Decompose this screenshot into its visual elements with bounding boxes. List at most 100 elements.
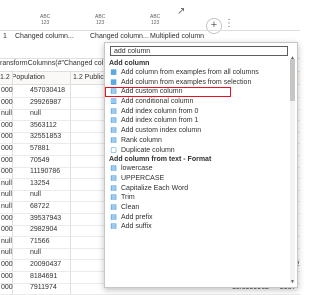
table-cell[interactable]: 000 bbox=[1, 273, 13, 280]
text-format-icon: ▤ bbox=[110, 165, 117, 173]
column-type-indicator[interactable]: ABC 123 bbox=[95, 14, 105, 26]
search-input[interactable] bbox=[110, 46, 288, 56]
text-format-icon: ▤ bbox=[110, 203, 117, 211]
menu-item[interactable]: ▤ Trim bbox=[105, 193, 291, 203]
text-format-icon: ▤ bbox=[110, 213, 117, 221]
table-cell[interactable]: 000 bbox=[1, 261, 13, 268]
table-cell[interactable]: null bbox=[30, 110, 41, 117]
type-num: 123 bbox=[40, 20, 50, 26]
menu-item-label: Duplicate column bbox=[121, 146, 175, 154]
table-cell[interactable]: 000 bbox=[1, 226, 13, 233]
menu-item-label: UPPERCASE bbox=[121, 174, 165, 182]
menu-item-label: Add column from examples from all column… bbox=[121, 69, 259, 76]
table-cell[interactable]: null bbox=[30, 191, 41, 198]
menu-item-label: Add column from examples from selection bbox=[121, 78, 252, 86]
table-cell[interactable]: 000 bbox=[1, 87, 13, 94]
table-cell[interactable]: 8184691 bbox=[30, 273, 57, 280]
text-format-icon: ▤ bbox=[110, 194, 117, 202]
table-cell[interactable]: null bbox=[1, 110, 12, 117]
step-title[interactable]: Changed column... bbox=[15, 33, 74, 40]
table-cell[interactable]: 70549 bbox=[30, 157, 49, 164]
table-cell[interactable]: 32551853 bbox=[30, 133, 61, 140]
menu-item[interactable]: ▥ Add conditional column bbox=[105, 97, 291, 107]
conditional-column-icon: ▥ bbox=[110, 98, 117, 106]
table-cell[interactable]: 13254 bbox=[30, 180, 49, 187]
table-cell[interactable]: null bbox=[1, 191, 12, 198]
table-cell[interactable]: 000 bbox=[1, 99, 13, 106]
table-cell[interactable]: 457030418 bbox=[30, 87, 65, 94]
table-cell[interactable]: null bbox=[1, 249, 12, 256]
menu-item[interactable]: ▤ UPPERCASE bbox=[105, 174, 291, 184]
custom-column-icon: ▤ bbox=[110, 88, 117, 96]
text-format-icon: ▤ bbox=[110, 223, 117, 231]
table-examples-icon: ▦ bbox=[110, 69, 117, 76]
table-cell[interactable]: 68722 bbox=[30, 203, 49, 210]
menu-item[interactable]: ▤ Rank column bbox=[105, 136, 291, 146]
menu-item[interactable]: ▤ Add suffix bbox=[105, 222, 291, 232]
scroll-down-icon[interactable]: ▼ bbox=[290, 279, 295, 285]
menu-item-label: Add prefix bbox=[121, 213, 153, 221]
menu-item[interactable]: ▦ Add column from examples from all colum… bbox=[105, 68, 291, 78]
table-cell[interactable]: 000 bbox=[1, 215, 13, 222]
step-title[interactable]: Changed column... bbox=[90, 33, 149, 40]
table-cell[interactable]: null bbox=[1, 203, 12, 210]
type-num: 123 bbox=[150, 20, 160, 26]
menu-item[interactable]: ▤ Add index column from 1 bbox=[105, 116, 291, 126]
menu-item-label: Rank column bbox=[121, 136, 162, 144]
menu-item[interactable]: ▤ Clean bbox=[105, 203, 291, 213]
text-format-icon: ▤ bbox=[110, 174, 117, 182]
column-type-indicator[interactable]: ABC 123 bbox=[150, 14, 160, 26]
menu-item[interactable]: ▤ Capitalize Each Word bbox=[105, 184, 291, 194]
menu-item[interactable]: ▤ Add prefix bbox=[105, 213, 291, 223]
index-column-icon: ▤ bbox=[110, 127, 117, 135]
index-column-icon: ▤ bbox=[110, 107, 117, 115]
menu-item[interactable]: ▤ Add custom index column bbox=[105, 126, 291, 136]
table-cell[interactable]: 57881 bbox=[30, 145, 49, 152]
duplicate-column-icon: ▢ bbox=[110, 146, 117, 154]
menu-item-label: Add conditional column bbox=[121, 98, 194, 106]
table-examples-icon: ▦ bbox=[110, 78, 117, 86]
menu-item[interactable]: ▤ lowercase bbox=[105, 164, 291, 174]
index-column-icon: ▤ bbox=[110, 117, 117, 125]
type-num: 123 bbox=[95, 20, 105, 26]
table-cell[interactable]: 11190786 bbox=[30, 168, 60, 175]
menu-item[interactable]: ▤ Add custom column bbox=[105, 87, 231, 98]
step-title[interactable]: Multiplied column bbox=[150, 33, 204, 40]
table-cell[interactable]: 7911974 bbox=[30, 284, 57, 291]
table-cell[interactable]: 000 bbox=[1, 284, 13, 291]
menu-section-title: Add column bbox=[109, 60, 150, 67]
table-cell[interactable]: 20090437 bbox=[30, 261, 61, 268]
table-cell[interactable]: null bbox=[1, 238, 12, 245]
table-cell[interactable]: 39537943 bbox=[30, 215, 61, 222]
menu-item-label: Add suffix bbox=[121, 223, 152, 231]
menu-item-label: Add custom index column bbox=[121, 127, 202, 135]
table-cell[interactable]: 000 bbox=[1, 157, 13, 164]
table-cell[interactable]: 000 bbox=[1, 133, 13, 140]
table-cell[interactable]: 71566 bbox=[30, 238, 49, 245]
menu-item[interactable]: ▦ Add column from examples from selection bbox=[105, 78, 291, 88]
table-cell[interactable]: 29926987 bbox=[30, 99, 61, 106]
column-header-area: ↗ ABC 123 ABC 123 ABC 123 + ⋮ 1 Changed … bbox=[0, 0, 300, 48]
step-title[interactable]: 1 bbox=[3, 33, 7, 40]
column-type-indicator[interactable]: ABC 123 bbox=[40, 14, 50, 26]
table-cell[interactable]: 000 bbox=[1, 122, 13, 129]
scrollbar-thumb[interactable] bbox=[290, 59, 295, 101]
table-cell[interactable]: null bbox=[30, 249, 41, 256]
table-cell[interactable]: 3563112 bbox=[30, 122, 57, 129]
menu-item-label: Capitalize Each Word bbox=[121, 184, 189, 192]
menu-item-label: Add index column from 1 bbox=[121, 117, 199, 125]
menu-item-label: Clean bbox=[121, 203, 140, 211]
scrollbar[interactable] bbox=[290, 59, 295, 283]
menu-item[interactable]: ▤ Add index column from 0 bbox=[105, 107, 291, 117]
table-cell[interactable]: 000 bbox=[1, 145, 13, 152]
menu-item[interactable]: ▢ Duplicate column bbox=[105, 146, 291, 156]
table-cell[interactable]: 2982904 bbox=[30, 226, 57, 233]
table-cell[interactable]: null bbox=[1, 180, 12, 187]
menu-list: Add column ▦ Add column from examples from… bbox=[105, 59, 291, 232]
column-header-population[interactable]: 1.2 Population bbox=[0, 74, 45, 81]
menu-item-label: Add index column from 0 bbox=[121, 107, 199, 115]
menu-section-title: Add column from text - Format bbox=[109, 156, 212, 164]
text-format-icon: ▤ bbox=[110, 184, 117, 192]
collapse-arrow-icon[interactable]: ↗ bbox=[177, 6, 185, 17]
table-cell[interactable]: 000 bbox=[1, 168, 13, 175]
